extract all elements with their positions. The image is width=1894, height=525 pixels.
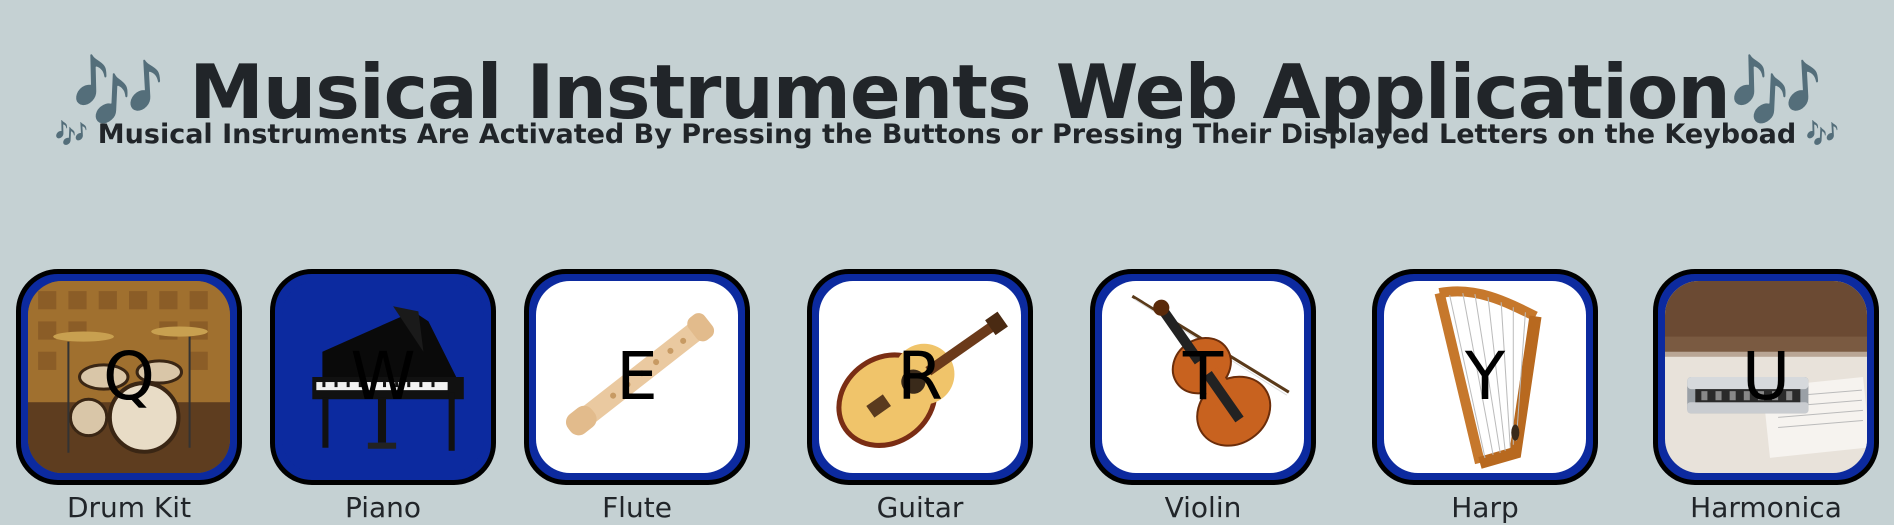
guitar-label: Guitar [876,491,964,524]
harmonica-key: U [1741,338,1791,415]
piano-key: W [350,338,416,415]
instrument-drum-kit: Q Drum Kit [16,269,242,524]
drum-kit-key: Q [103,338,155,415]
violin-label: Violin [1164,491,1242,524]
harp-key: Y [1464,338,1506,415]
harmonica-button[interactable]: U [1653,269,1879,485]
violin-button[interactable]: T [1090,269,1316,485]
violin-key: T [1182,338,1224,415]
piano-button[interactable]: W [270,269,496,485]
drum-kit-button[interactable]: Q [16,269,242,485]
guitar-key: R [897,338,943,415]
instrument-harmonica: U Harmonica [1653,269,1879,524]
music-notes-icon: 🎶 [1805,119,1840,150]
music-notes-icon: 🎶 [54,119,89,150]
flute-button[interactable]: E [524,269,750,485]
flute-label: Flute [602,491,672,524]
harp-button[interactable]: Y [1372,269,1598,485]
instrument-guitar: R Guitar [807,269,1033,524]
instrument-harp: Y Harp [1372,269,1598,524]
harp-label: Harp [1451,491,1519,524]
flute-key: E [616,338,658,415]
page-subtitle-text: Musical Instruments Are Activated By Pre… [97,119,1797,150]
instrument-flute: E Flute [524,269,750,524]
drum-kit-label: Drum Kit [66,491,192,524]
harmonica-label: Harmonica [1690,491,1842,524]
page-subtitle: 🎶 Musical Instruments Are Activated By P… [0,115,1894,155]
guitar-button[interactable]: R [807,269,1033,485]
piano-label: Piano [344,491,422,524]
instrument-piano: W Piano [270,269,496,524]
instrument-violin: T Violin [1090,269,1316,524]
